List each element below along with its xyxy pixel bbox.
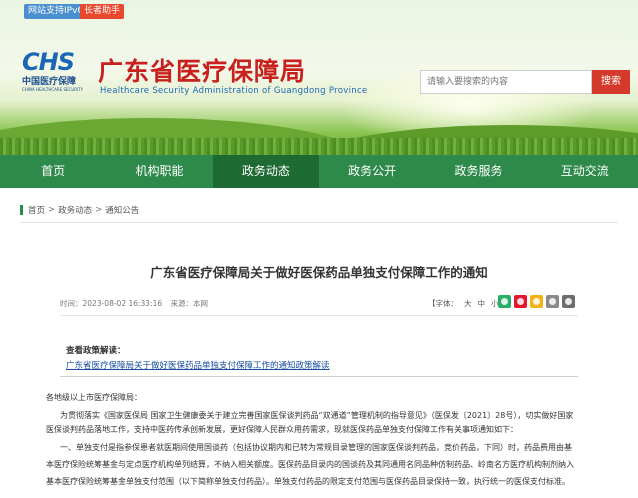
qzone-share-icon[interactable] (530, 295, 543, 308)
nav-item-disclosure[interactable]: 政务公开 (319, 155, 425, 188)
nav-item-news[interactable]: 政务动态 (212, 155, 319, 188)
article-para1-line2: 医保谈判药品落地工作，支持中医药传承创新发展，更好保障人民群众用药需求，现就医保… (46, 425, 518, 434)
article-para2-line1: 一、单独支付是指参保患者就医期间使用国谈药（包括协议期内和已转为常规目录管理的国… (60, 443, 572, 452)
ipv6-badge[interactable]: 网站支持IPv6 (24, 4, 88, 19)
article-para2-line3: 基本医疗保险统筹基金单独支付范围（以下简称单独支付药品）。单独支付药品的限定支付… (46, 477, 570, 486)
article-meta: 时间：2023-08-02 16:33:16 来源：本网 (60, 298, 214, 309)
weibo-share-icon[interactable] (514, 295, 527, 308)
article-title: 广东省医疗保障局关于做好医保药品单独支付保障工作的通知 (150, 265, 488, 280)
article-salutation: 各地级以上市医疗保障局： (46, 393, 142, 402)
nav-item-services[interactable]: 政务服务 (425, 155, 531, 188)
search-input[interactable] (420, 70, 592, 94)
chs-logo-cn: 中国医疗保障 (22, 77, 77, 87)
breadcrumb-notices[interactable]: 通知公告 (105, 204, 139, 216)
font-medium-button[interactable]: 中 (478, 299, 486, 308)
article-source: 来源：本网 (170, 299, 209, 308)
close-icon[interactable] (562, 295, 575, 308)
nav-item-functions[interactable]: 机构职能 (106, 155, 212, 188)
share-tools (498, 295, 575, 308)
breadcrumb-news[interactable]: 政务动态 (58, 204, 92, 216)
breadcrumb-separator: > (95, 205, 103, 215)
nav-item-interaction[interactable]: 互动交流 (532, 155, 638, 188)
policy-divider (60, 376, 578, 377)
print-icon[interactable] (546, 295, 559, 308)
site-title-en: Healthcare Security Administration of Gu… (100, 86, 368, 96)
breadcrumb-divider (20, 222, 618, 223)
policy-interpretation-link[interactable]: 广东省医疗保障局关于做好医保药品单独支付保障工作的通知政策解读 (66, 359, 330, 371)
breadcrumb-separator: > (48, 205, 56, 215)
policy-interpretation-label: 查看政策解读： (66, 346, 126, 356)
meta-divider (60, 315, 578, 316)
banner-grass (0, 138, 638, 155)
nav-item-home[interactable]: 首页 (0, 155, 106, 188)
article-time: 时间：2023-08-02 16:33:16 (60, 299, 163, 308)
breadcrumb: 首页 > 政务动态 > 通知公告 (20, 204, 139, 216)
wechat-share-icon[interactable] (498, 295, 511, 308)
chs-logo[interactable]: CHS 中国医疗保障 CHINA HEALTHCARE SECURITY (22, 48, 92, 96)
header-banner: 网站支持IPv6 长者助手 CHS 中国医疗保障 CHINA HEALTHCAR… (0, 0, 638, 155)
site-title-cn: 广东省医疗保障局 (98, 57, 307, 86)
chs-logo-mark: CHS (22, 48, 75, 76)
search-button[interactable]: 搜索 (592, 70, 630, 94)
article-para2-line2: 本医疗保险统筹基金与定点医疗机构单列结算，不纳入相关额度。医保药品目录内的国谈药… (46, 460, 574, 469)
breadcrumb-marker (20, 205, 23, 215)
font-size-label: 【字体： (428, 299, 458, 308)
article-para1-line1: 为贯彻落实《国家医保局 国家卫生健康委关于建立完善国家医保谈判药品“双通道”管理… (60, 411, 574, 420)
font-large-button[interactable]: 大 (464, 299, 472, 308)
search-box: 搜索 (420, 70, 630, 94)
main-nav: 首页 机构职能 政务动态 政务公开 政务服务 互动交流 (0, 155, 638, 188)
breadcrumb-home[interactable]: 首页 (28, 204, 45, 216)
elder-assistant-button[interactable]: 长者助手 (80, 4, 125, 19)
chs-logo-en: CHINA HEALTHCARE SECURITY (22, 87, 84, 92)
